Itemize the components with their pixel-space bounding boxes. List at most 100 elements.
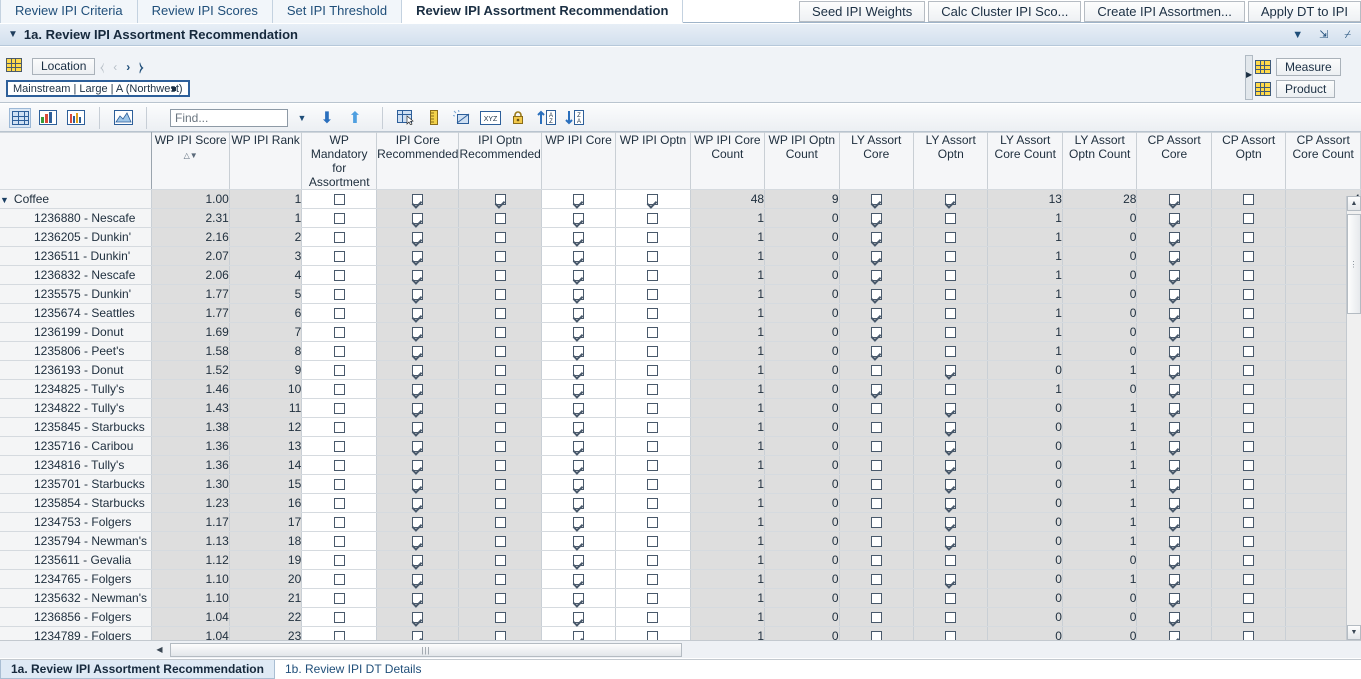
checkbox[interactable] xyxy=(1169,308,1180,319)
checkbox[interactable] xyxy=(1169,498,1180,509)
checkbox[interactable] xyxy=(871,441,882,452)
cell-ipi_core_rec[interactable] xyxy=(377,532,459,551)
checkbox[interactable] xyxy=(573,270,584,281)
checkbox[interactable] xyxy=(647,536,658,547)
checkbox[interactable] xyxy=(871,365,882,376)
cell-wp_core[interactable] xyxy=(541,190,615,209)
cell-wp_core[interactable] xyxy=(541,475,615,494)
cell-ly_core[interactable] xyxy=(839,342,913,361)
checkbox[interactable] xyxy=(1243,346,1254,357)
dropdown-caret-icon[interactable]: ▼ xyxy=(1292,30,1303,41)
checkbox[interactable] xyxy=(871,555,882,566)
cell-wp_core[interactable] xyxy=(541,380,615,399)
bar-chart-icon[interactable] xyxy=(65,108,87,128)
checkbox[interactable] xyxy=(412,498,423,509)
checkbox[interactable] xyxy=(1169,289,1180,300)
checkbox[interactable] xyxy=(334,327,345,338)
checkbox[interactable] xyxy=(1169,536,1180,547)
checkbox[interactable] xyxy=(495,251,506,262)
checkbox[interactable] xyxy=(1169,517,1180,528)
checkbox[interactable] xyxy=(573,460,584,471)
cell-ly_core[interactable] xyxy=(839,456,913,475)
item-row-label[interactable]: 1235854 - Starbucks xyxy=(0,494,152,513)
cell-ipi_core_rec[interactable] xyxy=(377,190,459,209)
checkbox[interactable] xyxy=(495,422,506,433)
checkbox[interactable] xyxy=(495,232,506,243)
cell-cp_optn[interactable] xyxy=(1211,608,1285,627)
column-header-wp_mand[interactable]: WP Mandatory for Assortment xyxy=(302,133,377,190)
item-row-label[interactable]: 1236199 - Donut xyxy=(0,323,152,342)
cell-wp_mand[interactable] xyxy=(302,190,377,209)
item-row-label[interactable]: 1234825 - Tully's xyxy=(0,380,152,399)
checkbox[interactable] xyxy=(573,593,584,604)
measure-button[interactable]: Measure xyxy=(1276,58,1341,76)
cell-cp_core[interactable] xyxy=(1137,361,1211,380)
cell-wp_core[interactable] xyxy=(541,532,615,551)
top-tab-0[interactable]: Review IPI Criteria xyxy=(0,0,138,23)
cell-ipi_core_rec[interactable] xyxy=(377,399,459,418)
cell-ipi_optn_rec[interactable] xyxy=(459,323,541,342)
checkbox[interactable] xyxy=(412,403,423,414)
cell-cp_core[interactable] xyxy=(1137,399,1211,418)
item-row-label[interactable]: 1236205 - Dunkin' xyxy=(0,228,152,247)
cell-ipi_core_rec[interactable] xyxy=(377,570,459,589)
checkbox[interactable] xyxy=(495,593,506,604)
checkbox[interactable] xyxy=(495,574,506,585)
checkbox[interactable] xyxy=(495,555,506,566)
cell-wp_optn[interactable] xyxy=(616,570,690,589)
cell-ly_core[interactable] xyxy=(839,209,913,228)
cell-ly_optn[interactable] xyxy=(914,494,988,513)
checkbox[interactable] xyxy=(495,536,506,547)
last-page-icon[interactable]: ⧽ xyxy=(139,61,143,73)
item-row-label[interactable]: 1234822 - Tully's xyxy=(0,399,152,418)
checkbox[interactable] xyxy=(871,460,882,471)
cell-cp_optn[interactable] xyxy=(1211,494,1285,513)
checkbox[interactable] xyxy=(1169,479,1180,490)
cell-wp_core[interactable] xyxy=(541,513,615,532)
checkbox[interactable] xyxy=(647,213,658,224)
checkbox[interactable] xyxy=(871,232,882,243)
checkbox[interactable] xyxy=(495,517,506,528)
cell-cp_optn[interactable] xyxy=(1211,399,1285,418)
checkbox[interactable] xyxy=(334,194,345,205)
action-button-1[interactable]: Calc Cluster IPI Sco... xyxy=(928,1,1081,22)
cell-ly_optn[interactable] xyxy=(914,323,988,342)
checkbox[interactable] xyxy=(1243,403,1254,414)
checkbox[interactable] xyxy=(871,536,882,547)
chart-table-icon[interactable] xyxy=(37,108,59,128)
checkbox[interactable] xyxy=(334,517,345,528)
checkbox[interactable] xyxy=(412,289,423,300)
checkbox[interactable] xyxy=(412,232,423,243)
checkbox[interactable] xyxy=(647,232,658,243)
cell-cp_optn[interactable] xyxy=(1211,380,1285,399)
cell-ly_optn[interactable] xyxy=(914,361,988,380)
checkbox[interactable] xyxy=(334,441,345,452)
item-row-label[interactable]: 1234816 - Tully's xyxy=(0,456,152,475)
checkbox[interactable] xyxy=(871,194,882,205)
checkbox[interactable] xyxy=(1243,536,1254,547)
checkbox[interactable] xyxy=(871,612,882,623)
cell-wp_mand[interactable] xyxy=(302,266,377,285)
cell-cp_optn[interactable] xyxy=(1211,456,1285,475)
cell-ly_optn[interactable] xyxy=(914,418,988,437)
checkbox[interactable] xyxy=(871,270,882,281)
checkbox[interactable] xyxy=(945,194,956,205)
select-cells-icon[interactable] xyxy=(395,108,417,128)
cell-cp_optn[interactable] xyxy=(1211,190,1285,209)
cell-ly_core[interactable] xyxy=(839,437,913,456)
cell-ly_optn[interactable] xyxy=(914,228,988,247)
cell-ipi_core_rec[interactable] xyxy=(377,627,459,641)
checkbox[interactable] xyxy=(945,270,956,281)
checkbox[interactable] xyxy=(871,308,882,319)
table-row[interactable]: 1236832 - Nescafe2.0641010 xyxy=(0,266,1361,285)
cell-wp_mand[interactable] xyxy=(302,342,377,361)
cell-cp_core[interactable] xyxy=(1137,380,1211,399)
cell-wp_mand[interactable] xyxy=(302,456,377,475)
checkbox[interactable] xyxy=(647,460,658,471)
cell-ipi_optn_rec[interactable] xyxy=(459,475,541,494)
checkbox[interactable] xyxy=(412,479,423,490)
cell-cp_core[interactable] xyxy=(1137,494,1211,513)
table-row[interactable]: 1234822 - Tully's1.43111001 xyxy=(0,399,1361,418)
cell-ly_optn[interactable] xyxy=(914,437,988,456)
column-header-cp_optn[interactable]: CP Assort Optn xyxy=(1211,133,1285,190)
